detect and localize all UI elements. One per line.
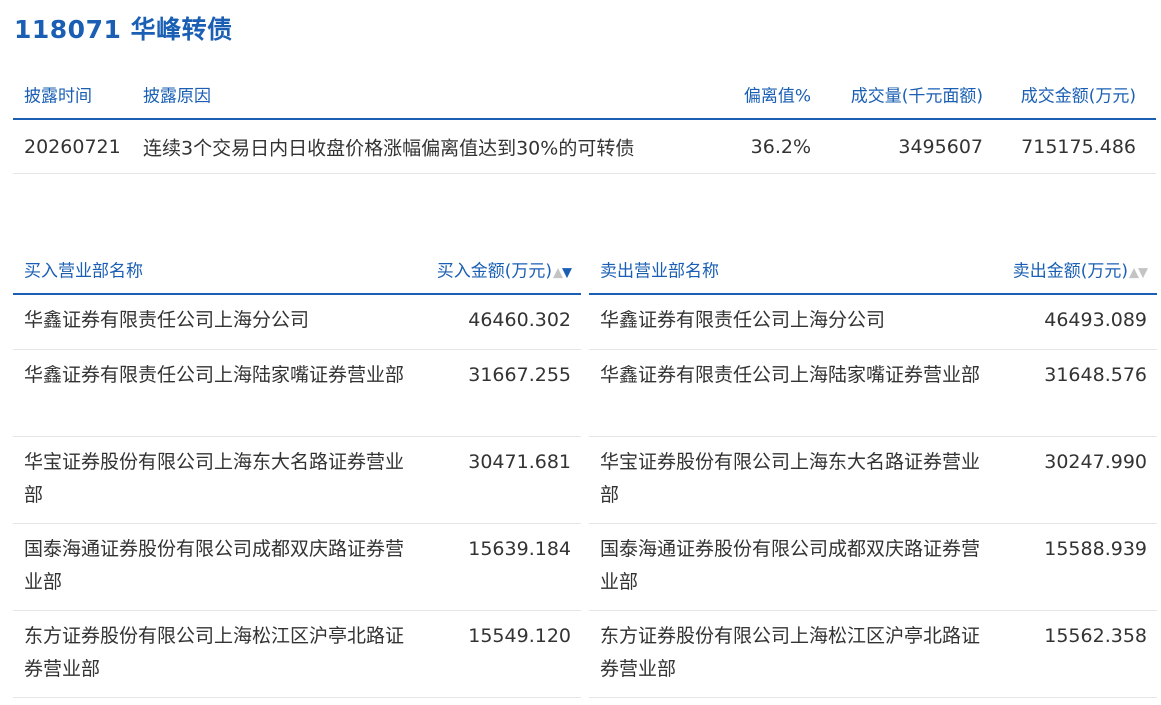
- sell-amount: 15562.358: [1044, 625, 1147, 647]
- sell-table: 卖出营业部名称 卖出金额(万元)▲▼ 华鑫证券有限责任公司上海分公司 46493…: [589, 245, 1157, 698]
- buy-amount: 15549.120: [468, 625, 571, 647]
- buy-table-header: 买入营业部名称 买入金额(万元)▲▼: [13, 245, 581, 295]
- table-row: 华鑫证券有限责任公司上海分公司 46460.302: [13, 295, 581, 350]
- branch-name: 华宝证券股份有限公司上海东大名路证券营业部: [600, 451, 981, 506]
- branch-name: 国泰海通证券股份有限公司成都双庆路证券营业部: [600, 538, 981, 593]
- buy-amount: 15639.184: [468, 538, 571, 560]
- disclosure-table-header: 披露时间 披露原因 偏离值% 成交量(千元面额) 成交金额(万元): [13, 70, 1156, 120]
- header-deviation: 偏离值%: [743, 86, 811, 107]
- buy-table: 买入营业部名称 买入金额(万元)▲▼ 华鑫证券有限责任公司上海分公司 46460…: [13, 245, 581, 698]
- buy-header-amount: 买入金额(万元): [436, 261, 552, 282]
- table-row: 华鑫证券有限责任公司上海分公司 46493.089: [589, 295, 1157, 350]
- sell-amount: 31648.576: [1044, 364, 1147, 386]
- header-volume: 成交量(千元面额): [850, 86, 983, 107]
- table-row: 华鑫证券有限责任公司上海陆家嘴证券营业部 31667.255: [13, 350, 581, 437]
- buy-amount: 30471.681: [468, 451, 571, 473]
- branch-name: 东方证券股份有限公司上海松江区沪亭北路证券营业部: [24, 625, 405, 680]
- table-row: 东方证券股份有限公司上海松江区沪亭北路证券营业部 15562.358: [589, 611, 1157, 698]
- table-row: 东方证券股份有限公司上海松江区沪亭北路证券营业部 15549.120: [13, 611, 581, 698]
- sort-icon: ▲▼: [1129, 265, 1148, 281]
- buy-amount: 31667.255: [468, 364, 571, 386]
- branch-name: 华鑫证券有限责任公司上海陆家嘴证券营业部: [24, 364, 405, 386]
- table-row: 华鑫证券有限责任公司上海陆家嘴证券营业部 31648.576: [589, 350, 1157, 437]
- branch-name: 华鑫证券有限责任公司上海分公司: [600, 309, 886, 331]
- table-row: 20260721 连续3个交易日内日收盘价格涨幅偏离值达到30%的可转债 36.…: [13, 120, 1156, 174]
- sort-icon: ▲▼: [553, 265, 572, 281]
- header-reason: 披露原因: [143, 86, 211, 107]
- cell-reason: 连续3个交易日内日收盘价格涨幅偏离值达到30%的可转债: [143, 137, 635, 159]
- sell-amount: 15588.939: [1044, 538, 1147, 560]
- sell-header-amount: 卖出金额(万元): [1012, 261, 1128, 282]
- cell-amount: 715175.486: [1021, 135, 1136, 158]
- cell-deviation: 36.2%: [750, 135, 811, 158]
- header-date: 披露时间: [24, 86, 92, 107]
- branch-name: 华宝证券股份有限公司上海东大名路证券营业部: [24, 451, 405, 506]
- sort-up-icon: ▲: [553, 265, 563, 281]
- buy-header-name: 买入营业部名称: [24, 261, 143, 282]
- branch-name: 华鑫证券有限责任公司上海陆家嘴证券营业部: [600, 364, 981, 386]
- branch-name: 东方证券股份有限公司上海松江区沪亭北路证券营业部: [600, 625, 981, 680]
- page-title: 118071 华峰转债: [14, 15, 233, 44]
- buy-amount: 46460.302: [468, 309, 571, 331]
- sell-table-header: 卖出营业部名称 卖出金额(万元)▲▼: [589, 245, 1157, 295]
- table-row: 华宝证券股份有限公司上海东大名路证券营业部 30247.990: [589, 437, 1157, 524]
- table-row: 国泰海通证券股份有限公司成都双庆路证券营业部 15639.184: [13, 524, 581, 611]
- branch-name: 华鑫证券有限责任公司上海分公司: [24, 309, 310, 331]
- sell-amount-sort-button[interactable]: 卖出金额(万元)▲▼: [1012, 257, 1148, 282]
- table-row: 国泰海通证券股份有限公司成都双庆路证券营业部 15588.939: [589, 524, 1157, 611]
- header-amount: 成交金额(万元): [1020, 86, 1136, 107]
- sort-up-icon: ▲: [1129, 265, 1139, 281]
- sort-down-icon: ▼: [1138, 265, 1148, 281]
- cell-volume: 3495607: [898, 135, 983, 158]
- table-row: 华宝证券股份有限公司上海东大名路证券营业部 30471.681: [13, 437, 581, 524]
- sell-amount: 30247.990: [1044, 451, 1147, 473]
- disclosure-table: 披露时间 披露原因 偏离值% 成交量(千元面额) 成交金额(万元) 202607…: [13, 70, 1156, 174]
- cell-date: 20260721: [24, 135, 121, 158]
- branch-name: 国泰海通证券股份有限公司成都双庆路证券营业部: [24, 538, 405, 593]
- sell-header-name: 卖出营业部名称: [600, 261, 719, 282]
- buy-amount-sort-button[interactable]: 买入金额(万元)▲▼: [436, 257, 572, 282]
- sort-down-icon: ▼: [562, 265, 572, 281]
- sell-amount: 46493.089: [1044, 309, 1147, 331]
